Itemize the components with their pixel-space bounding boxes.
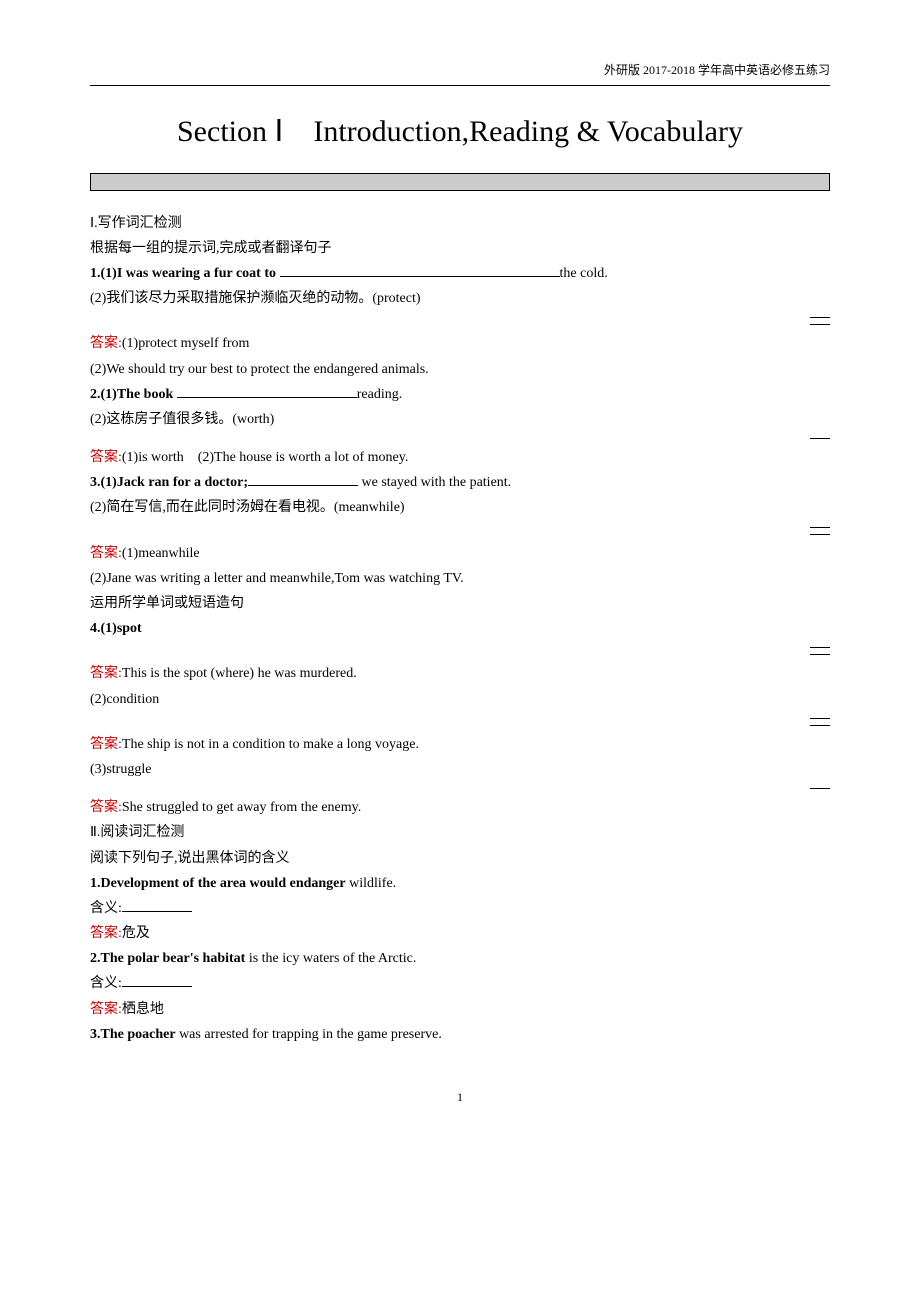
answer-label: 答案:: [90, 546, 122, 561]
section-2: Ⅱ.阅读词汇检测 阅读下列句子,说出黑体词的含义 1.Development o…: [90, 820, 830, 1047]
s2-meaning-1: 含义:: [90, 896, 830, 921]
s2-answer-1: 答案:危及: [90, 921, 830, 946]
answer-1: 答案:(1)protect myself from: [90, 331, 830, 356]
question-1-1: 1.(1)I was wearing a fur coat to the col…: [90, 261, 830, 286]
question-3-2: (2)简在写信,而在此同时汤姆在看电视。(meanwhile): [90, 495, 830, 520]
section-1-instruction-2: 运用所学单词或短语造句: [90, 591, 830, 616]
answer-1-1: (1)protect myself from: [122, 336, 250, 351]
question-2-1: 2.(1)The book reading.: [90, 382, 830, 407]
s2-question-1: 1.Development of the area would endanger…: [90, 871, 830, 896]
answer-label: 答案:: [90, 1002, 122, 1017]
question-2-2: (2)这栋房子值很多钱。(worth): [90, 407, 830, 432]
page-header: 外研版 2017-2018 学年高中英语必修五练习: [90, 60, 830, 86]
s2-question-3: 3.The poacher was arrested for trapping …: [90, 1022, 830, 1047]
q1-1-text-b: the cold.: [560, 266, 608, 281]
answer-2-text: (1)is worth (2)The house is worth a lot …: [122, 450, 408, 465]
answer-3: 答案:(1)meanwhile: [90, 541, 830, 566]
s2-q1-a: 1.Development of the area would: [90, 876, 290, 891]
answer-3-1: (1)meanwhile: [122, 546, 200, 561]
s2-a2-text: 栖息地: [122, 1002, 164, 1017]
s2-q2-a: 2.The polar bear's: [90, 951, 203, 966]
meaning-label: 含义:: [90, 976, 122, 991]
question-4-1: 4.(1)spot: [90, 616, 830, 641]
s2-q1-b: wildlife.: [346, 876, 397, 891]
answer-4-1-text: This is the spot (where) he was murdered…: [122, 666, 357, 681]
answer-lines: [90, 438, 830, 439]
answer-label: 答案:: [90, 336, 122, 351]
fill-blank[interactable]: [248, 472, 358, 486]
q2-1-text-b: reading.: [357, 387, 402, 402]
q3-1-text-b: we stayed with the patient.: [358, 475, 511, 490]
answer-lines: [90, 527, 830, 535]
s2-q3-b: was arrested for trapping in the game pr…: [176, 1027, 442, 1042]
question-3-1: 3.(1)Jack ran for a doctor; we stayed wi…: [90, 470, 830, 495]
answer-label: 答案:: [90, 926, 122, 941]
section-1-heading: Ⅰ.写作词汇检测: [90, 211, 830, 236]
document-title: Section Ⅰ Introduction,Reading & Vocabul…: [90, 111, 830, 153]
answer-label: 答案:: [90, 666, 122, 681]
s2-q2-bold: habitat: [203, 951, 246, 966]
answer-label: 答案:: [90, 737, 122, 752]
s2-answer-2: 答案:栖息地: [90, 997, 830, 1022]
answer-1-2: (2)We should try our best to protect the…: [90, 357, 830, 382]
section-1: Ⅰ.写作词汇检测 根据每一组的提示词,完成或者翻译句子 1.(1)I was w…: [90, 211, 830, 821]
fill-blank[interactable]: [122, 973, 192, 987]
s2-q1-bold: endanger: [290, 876, 346, 891]
q3-1-text-a: 3.(1)Jack ran for a doctor;: [90, 475, 248, 490]
section-2-heading: Ⅱ.阅读词汇检测: [90, 820, 830, 845]
question-1-2: (2)我们该尽力采取措施保护濒临灭绝的动物。(protect): [90, 286, 830, 311]
q1-1-text-a: 1.(1)I was wearing a fur coat to: [90, 266, 280, 281]
s2-question-2: 2.The polar bear's habitat is the icy wa…: [90, 946, 830, 971]
answer-4-2: 答案:The ship is not in a condition to mak…: [90, 732, 830, 757]
s2-q3-bold: poacher: [127, 1027, 175, 1042]
answer-lines: [90, 718, 830, 726]
q2-1-text-a: 2.(1)The book: [90, 387, 177, 402]
section-1-instruction: 根据每一组的提示词,完成或者翻译句子: [90, 236, 830, 261]
answer-4-3-text: She struggled to get away from the enemy…: [122, 800, 361, 815]
page-number: 1: [90, 1087, 830, 1109]
answer-3-2: (2)Jane was writing a letter and meanwhi…: [90, 566, 830, 591]
fill-blank[interactable]: [280, 263, 560, 277]
s2-q3-a: 3.The: [90, 1027, 127, 1042]
divider-bar: [90, 173, 830, 191]
answer-lines: [90, 317, 830, 325]
answer-4-3: 答案:She struggled to get away from the en…: [90, 795, 830, 820]
answer-lines: [90, 647, 830, 655]
answer-lines: [90, 788, 830, 789]
question-4-3: (3)struggle: [90, 757, 830, 782]
s2-a1-text: 危及: [122, 926, 150, 941]
fill-blank[interactable]: [122, 898, 192, 912]
meaning-label: 含义:: [90, 901, 122, 916]
s2-meaning-2: 含义:: [90, 971, 830, 996]
answer-2: 答案:(1)is worth (2)The house is worth a l…: [90, 445, 830, 470]
answer-label: 答案:: [90, 450, 122, 465]
question-4-2: (2)condition: [90, 687, 830, 712]
answer-4-1: 答案:This is the spot (where) he was murde…: [90, 661, 830, 686]
fill-blank[interactable]: [177, 384, 357, 398]
answer-4-2-text: The ship is not in a condition to make a…: [122, 737, 419, 752]
answer-label: 答案:: [90, 800, 122, 815]
s2-q2-b: is the icy waters of the Arctic.: [245, 951, 416, 966]
section-2-instruction: 阅读下列句子,说出黑体词的含义: [90, 846, 830, 871]
